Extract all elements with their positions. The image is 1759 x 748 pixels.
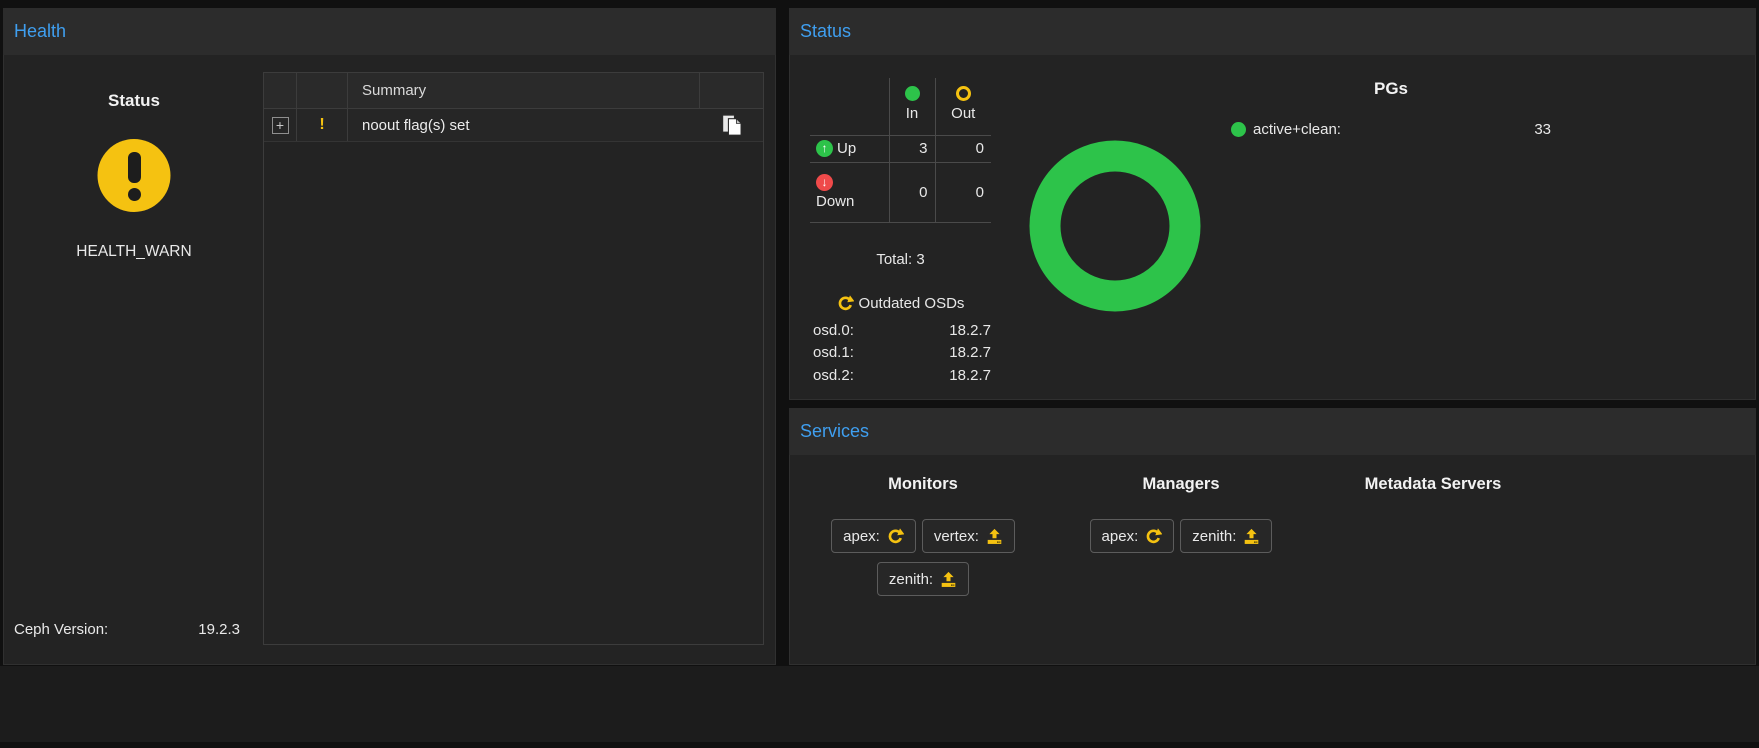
summary-row-text: noout flag(s) set — [348, 109, 700, 141]
services-panel-title: Services — [800, 421, 869, 441]
in-label: In — [906, 105, 919, 122]
monitors-column: Monitors apex: vertex: zenith: — [818, 475, 1028, 596]
severity-column-header — [297, 73, 348, 108]
osd-name: osd.1: — [813, 344, 854, 361]
refresh-icon — [887, 528, 904, 545]
refresh-icon — [837, 295, 854, 312]
osd-down-out-value: 0 — [935, 162, 991, 222]
osd-down-row-label: ↓ Down — [810, 162, 889, 222]
osd-updown-grid: In Out ↑ Up — [810, 78, 991, 223]
ceph-version-value: 19.2.3 — [198, 621, 240, 638]
summary-column-header: Summary — [348, 73, 700, 108]
refresh-icon — [1145, 528, 1162, 545]
warning-severity-icon: ! — [319, 116, 324, 134]
status-panel-title: Status — [800, 21, 851, 41]
summary-table-header-row: Summary — [264, 73, 763, 109]
osd-up-out-value: 0 — [935, 135, 991, 162]
metadata-servers-column: Metadata Servers — [1323, 475, 1543, 494]
health-status-heading: Status — [4, 91, 264, 111]
up-arrow-icon: ↑ — [816, 140, 833, 157]
upload-icon — [940, 571, 957, 588]
services-panel-header: Services — [789, 408, 1756, 455]
outdated-osds-list: osd.0: 18.2.7 osd.1: 18.2.7 osd.2: 18.2.… — [813, 319, 991, 387]
osd-name: osd.0: — [813, 322, 854, 339]
status-panel-header: Status — [789, 8, 1756, 55]
osd-name: osd.2: — [813, 367, 854, 384]
health-state-value: HEALTH_WARN — [4, 243, 264, 261]
copy-button[interactable] — [720, 113, 744, 137]
pgs-heading: PGs — [1231, 79, 1551, 99]
osd-down-in-value: 0 — [889, 162, 935, 222]
health-panel-title: Health — [14, 21, 66, 41]
ceph-version-label: Ceph Version: — [14, 621, 108, 638]
copy-icon — [721, 114, 743, 136]
osd-version: 18.2.7 — [949, 322, 991, 339]
outdated-osds-heading: Outdated OSDs — [810, 295, 991, 312]
upload-icon — [1243, 528, 1260, 545]
outdated-osd-row: osd.0: 18.2.7 — [813, 319, 991, 342]
health-status-column: Status HEALTH_WARN Ceph Version: 19.2.3 — [4, 55, 264, 664]
monitor-service-button[interactable]: zenith: — [877, 562, 969, 596]
page-background — [0, 666, 1759, 742]
ceph-dashboard: Health Status HEALTH_WARN Ceph Version: … — [0, 0, 1759, 748]
pgs-legend-label: active+clean: — [1253, 121, 1341, 138]
status-panel: Status In Out — [789, 8, 1756, 400]
actions-column-header — [700, 73, 763, 108]
manager-service-button[interactable]: zenith: — [1180, 519, 1272, 553]
warning-icon — [98, 139, 171, 212]
health-panel-body: Status HEALTH_WARN Ceph Version: 19.2.3 … — [3, 55, 776, 665]
osd-grid-corner-cell — [810, 78, 889, 135]
out-label: Out — [951, 105, 975, 122]
upload-icon — [986, 528, 1003, 545]
health-panel: Health Status HEALTH_WARN Ceph Version: … — [3, 8, 776, 665]
warning-icon-bar — [128, 152, 141, 183]
outdated-osd-row: osd.1: 18.2.7 — [813, 342, 991, 365]
osd-out-header: Out — [935, 78, 991, 135]
osd-up-in-value: 3 — [889, 135, 935, 162]
health-summary-table: Summary + ! noout flag(s) set — [263, 72, 764, 645]
status-panel-body: In Out ↑ Up — [789, 55, 1756, 400]
ceph-version-row: Ceph Version: 19.2.3 — [14, 621, 240, 638]
pgs-legend-row: active+clean: 33 — [1231, 121, 1551, 138]
expander-column-header — [264, 73, 297, 108]
outdated-osd-row: osd.2: 18.2.7 — [813, 364, 991, 387]
osd-version: 18.2.7 — [949, 344, 991, 361]
in-dot-icon — [905, 86, 920, 101]
osd-in-header: In — [889, 78, 935, 135]
managers-heading: Managers — [1075, 475, 1287, 494]
pgs-donut-chart — [1029, 140, 1201, 312]
row-expander-button[interactable]: + — [272, 117, 289, 134]
services-panel-body: Monitors apex: vertex: zenith: — [789, 455, 1756, 665]
osd-version: 18.2.7 — [949, 367, 991, 384]
monitors-heading: Monitors — [818, 475, 1028, 494]
metadata-servers-heading: Metadata Servers — [1323, 475, 1543, 494]
osd-up-row-label: ↑ Up — [810, 135, 889, 162]
services-panel: Services Monitors apex: vertex: zenith: — [789, 408, 1756, 665]
managers-column: Managers apex: zenith: — [1075, 475, 1287, 553]
warning-icon-dot — [128, 188, 141, 201]
summary-table-row[interactable]: + ! noout flag(s) set — [264, 109, 763, 142]
osd-total: Total: 3 — [810, 251, 991, 268]
out-ring-icon — [956, 86, 971, 101]
manager-service-button[interactable]: apex: — [1090, 519, 1175, 553]
monitor-service-button[interactable]: apex: — [831, 519, 916, 553]
monitor-service-button[interactable]: vertex: — [922, 519, 1015, 553]
active-clean-dot-icon — [1231, 122, 1246, 137]
pgs-legend-value: 33 — [1534, 121, 1551, 138]
health-panel-header: Health — [3, 8, 776, 55]
down-arrow-icon: ↓ — [816, 174, 833, 191]
